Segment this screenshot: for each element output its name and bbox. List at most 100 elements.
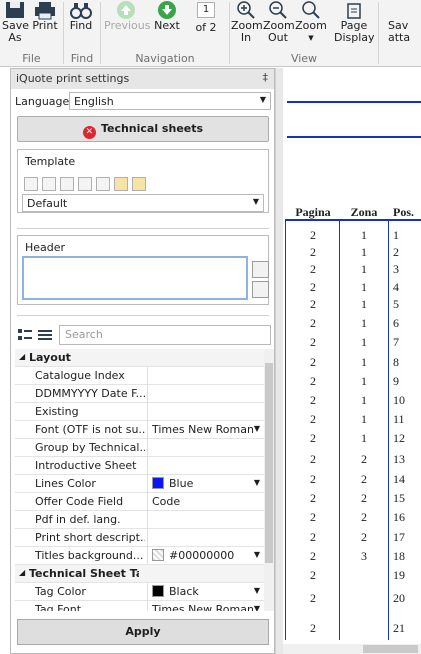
cell-zona: 1 <box>361 431 367 445</box>
language-row: Language English ▼ <box>15 92 271 110</box>
property-name: DDMMYYYY Date F... <box>35 387 145 400</box>
binoculars-icon <box>70 3 92 19</box>
delete-template-icon[interactable] <box>60 177 74 191</box>
alphabetical-view-icon[interactable] <box>37 327 53 343</box>
header-textarea[interactable] <box>22 256 248 300</box>
next-page-button[interactable]: Next <box>150 0 184 54</box>
panel-splitter[interactable] <box>275 68 283 654</box>
cell-pagina: 2 <box>310 621 316 635</box>
property-row[interactable]: Tag Color ▼ Black <box>15 583 264 601</box>
save-as-button[interactable]: Save As <box>2 0 30 54</box>
property-row[interactable]: Tag Font ▼ Times New Roman <box>15 601 264 611</box>
edit-header-icon[interactable] <box>252 261 269 278</box>
previous-page-button[interactable]: Previous <box>104 0 151 54</box>
new-template-icon[interactable] <box>42 177 56 191</box>
zoom-in-icon <box>237 1 255 19</box>
property-name: Tag Color <box>35 585 86 598</box>
arrow-up-icon <box>117 1 135 19</box>
property-grid-scrollbar[interactable] <box>264 349 274 611</box>
property-value[interactable]: Times New Roman <box>152 423 260 436</box>
page-display-button[interactable]: Page Display <box>334 0 375 54</box>
property-category[interactable]: ◢ Technical Sheet Tag <box>15 565 264 583</box>
save-template-icon[interactable] <box>24 177 38 191</box>
property-row[interactable]: Pdf in def. lang.✓ <box>15 511 264 529</box>
property-value[interactable]: Times New Roman <box>152 603 260 611</box>
column-divider <box>147 439 148 457</box>
property-row[interactable]: Print short descript... <box>15 529 264 547</box>
property-search-input[interactable]: Search <box>59 325 271 345</box>
property-value[interactable]: Blue <box>152 477 260 490</box>
property-row[interactable]: Introductive Sheet✓ <box>15 457 264 475</box>
collapse-triangle-icon[interactable]: ◢ <box>19 568 25 577</box>
copy-template-icon[interactable] <box>96 177 110 191</box>
collapse-triangle-icon[interactable]: ◢ <box>19 352 25 361</box>
cell-pagina: 2 <box>310 530 316 544</box>
language-select[interactable]: English ▼ <box>69 92 271 110</box>
search-template-icon[interactable] <box>132 177 146 191</box>
scrollbar-thumb[interactable] <box>265 363 273 563</box>
cell-zona: 1 <box>361 316 367 330</box>
zoom-in-label: Zoom In <box>231 19 263 44</box>
property-row[interactable]: Lines Color ▼ Blue <box>15 475 264 493</box>
column-rule <box>285 220 286 640</box>
technical-sheets-button[interactable]: ✕ Technical sheets <box>17 116 269 142</box>
cell-pagina: 2 <box>310 491 316 505</box>
save-as-label: Save As <box>2 19 30 44</box>
property-row[interactable]: Font (OTF is not su... ▼ Times New Roman <box>15 421 264 439</box>
property-name: Technical Sheet Tag <box>29 567 139 580</box>
cell-pos: 18 <box>393 549 405 563</box>
cell-pagina: 2 <box>310 262 316 276</box>
cell-pagina: 2 <box>310 374 316 388</box>
cell-pagina: 2 <box>310 412 316 426</box>
scrollbar-thumb[interactable] <box>363 645 418 653</box>
property-name: Titles background... <box>35 549 144 562</box>
header-rule <box>287 101 421 103</box>
template-value: Default <box>27 197 68 210</box>
previous-label: Previous <box>104 19 151 32</box>
template-select[interactable]: Default ▼ <box>22 194 264 212</box>
property-name: Lines Color <box>35 477 96 490</box>
document-horizontal-scrollbar[interactable] <box>283 644 421 654</box>
pin-icon[interactable]: ‡ <box>263 71 269 84</box>
import-template-icon[interactable] <box>114 177 128 191</box>
zoom-dropdown-button[interactable]: Zoom ▼ <box>295 0 327 54</box>
header-image-icon[interactable] <box>252 281 269 298</box>
categorized-view-icon[interactable] <box>17 327 33 343</box>
property-row[interactable]: Group by Technical...✓ <box>15 439 264 457</box>
property-row[interactable]: Existing✓ <box>15 403 264 421</box>
zoom-out-button[interactable]: Zoom Out <box>263 0 295 54</box>
cell-pos: 2 <box>393 245 399 259</box>
cell-pagina: 2 <box>310 355 316 369</box>
save-attachment-label: Sav atta <box>388 19 411 44</box>
property-row[interactable]: DDMMYYYY Date F...✓ <box>15 385 264 403</box>
property-row[interactable]: Titles background... ▼ #00000000 <box>15 547 264 565</box>
magnifier-icon <box>302 1 320 19</box>
chevron-down-icon: ▼ <box>308 34 314 42</box>
property-name: Existing <box>35 405 79 418</box>
print-button[interactable]: Print <box>30 0 60 54</box>
property-value-text: Blue <box>169 477 194 490</box>
page-number-input[interactable]: 1 <box>197 2 215 18</box>
property-name: Introductive Sheet <box>35 459 137 472</box>
property-value[interactable]: #00000000 <box>152 549 260 562</box>
edit-template-icon[interactable] <box>78 177 92 191</box>
apply-label: Apply <box>125 625 161 638</box>
cell-pagina: 2 <box>310 568 316 582</box>
cell-pos: 17 <box>393 530 405 544</box>
find-label: Find <box>69 19 93 32</box>
property-value-text: Times New Roman <box>152 603 254 611</box>
find-button[interactable]: Find <box>66 0 96 54</box>
property-category[interactable]: ◢ Layout <box>15 349 264 367</box>
page-display-label: Page Display <box>334 19 375 44</box>
cell-zona: 1 <box>361 355 367 369</box>
save-attachment-button[interactable]: Sav atta <box>382 0 421 54</box>
property-value[interactable]: Black <box>152 585 260 598</box>
property-value[interactable]: Code <box>152 495 260 508</box>
cell-pagina: 2 <box>310 316 316 330</box>
color-swatch <box>152 477 164 489</box>
property-row[interactable]: Offer Code Field Code <box>15 493 264 511</box>
zoom-in-button[interactable]: Zoom In <box>231 0 263 54</box>
chevron-down-icon: ▼ <box>252 197 259 206</box>
property-row[interactable]: Catalogue Index✓ <box>15 367 264 385</box>
apply-button[interactable]: Apply <box>17 619 269 645</box>
